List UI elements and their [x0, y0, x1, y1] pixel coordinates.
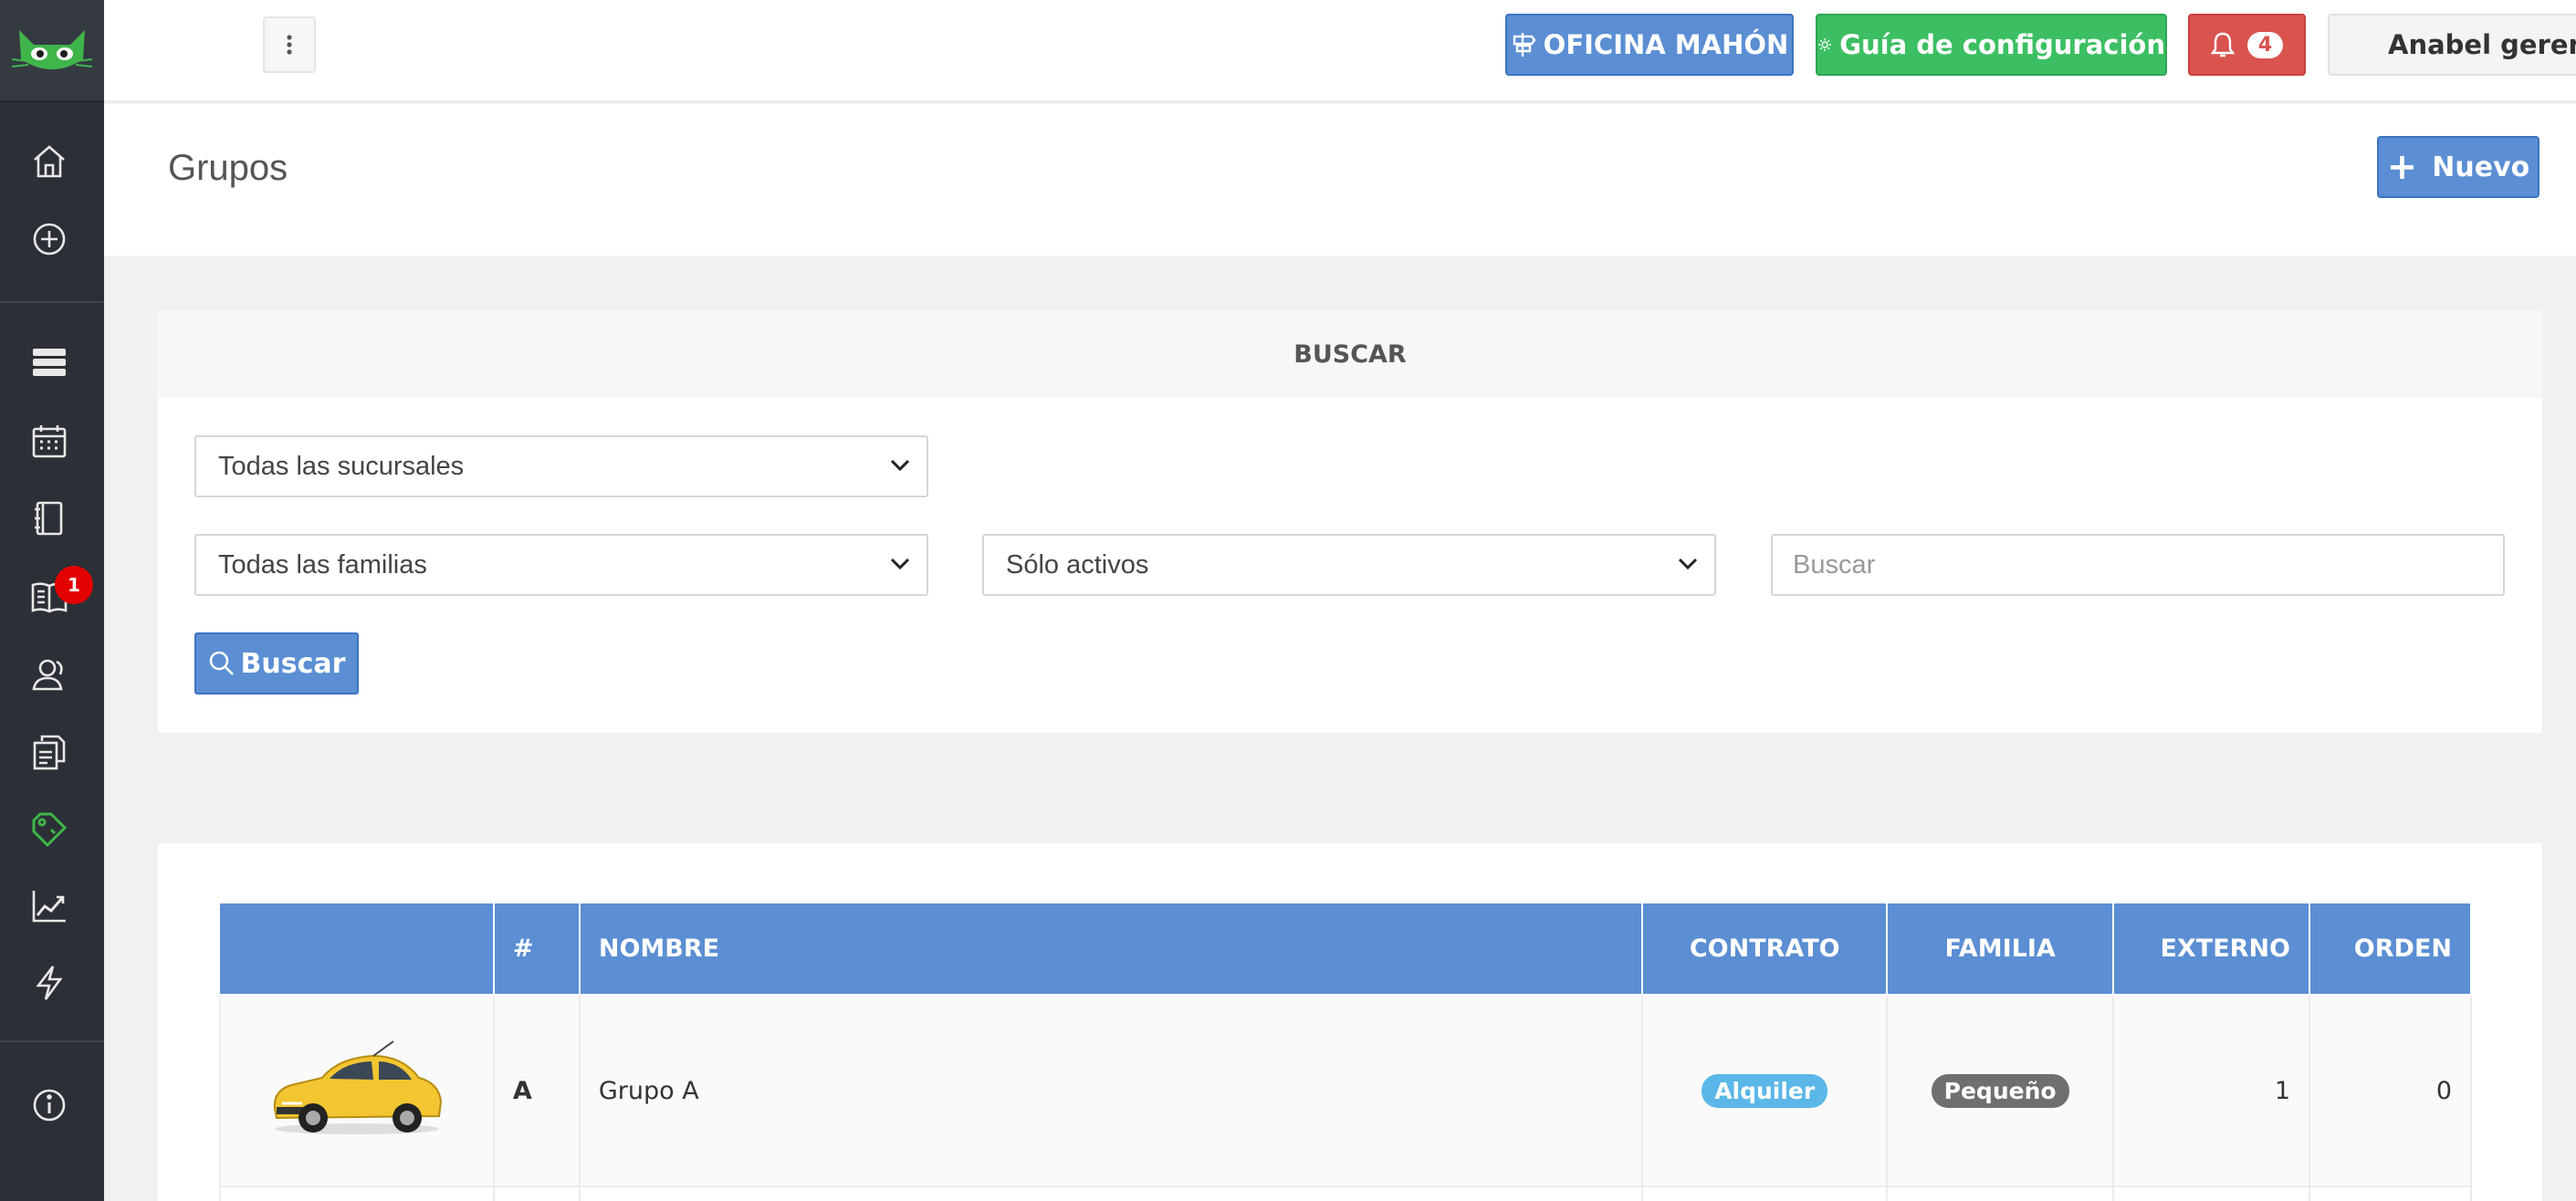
topbar: OFICINA MAHÓN Guía de configuración 4 An…	[104, 0, 2576, 102]
contract-cell: Alquiler	[1641, 994, 1889, 1187]
gear-icon	[1818, 38, 1832, 51]
table-cell	[219, 1185, 495, 1201]
column-header-family[interactable]: FAMILIA	[1886, 903, 2115, 996]
table-cell	[492, 1185, 581, 1201]
column-header-code[interactable]: #	[492, 903, 581, 996]
table-row[interactable]	[219, 1185, 2472, 1201]
office-selector-button[interactable]: OFICINA MAHÓN	[1505, 14, 1794, 76]
signpost-icon	[1513, 33, 1536, 57]
contract-badge: Alquiler	[1702, 1073, 1828, 1108]
column-header-contract[interactable]: CONTRATO	[1641, 903, 1889, 996]
group-code: A	[492, 994, 581, 1187]
status-select-value: Sólo activos	[1006, 549, 1149, 580]
plus-icon: +	[2386, 146, 2418, 188]
sidebar-divider-bottom	[0, 1040, 104, 1042]
external-value: 1	[2112, 994, 2310, 1187]
search-panel-title: BUSCAR	[158, 310, 2542, 398]
branch-select[interactable]: Todas las sucursales	[194, 435, 928, 497]
chevron-down-icon	[890, 558, 910, 570]
car-image	[273, 1039, 442, 1134]
family-cell: Pequeño	[1886, 994, 2115, 1187]
add-circle-icon[interactable]	[25, 214, 74, 264]
sidebar: 1	[0, 0, 104, 1201]
group-name[interactable]: Grupo A	[578, 994, 1644, 1187]
more-options-button[interactable]	[263, 16, 316, 73]
column-header-order[interactable]: ORDEN	[2309, 903, 2472, 996]
order-value: 0	[2309, 994, 2472, 1187]
user-menu-button[interactable]: Anabel gerencia	[2328, 14, 2576, 76]
server-list-icon[interactable]	[25, 338, 74, 387]
sidebar-notification-badge: 1	[55, 566, 93, 604]
search-input[interactable]	[1771, 534, 2505, 596]
search-button-label: Buscar	[240, 647, 346, 680]
setup-guide-button[interactable]: Guía de configuración	[1816, 14, 2167, 76]
family-select[interactable]: Todas las familias	[194, 534, 928, 596]
groups-table-card: # NOMBRE CONTRATO FAMILIA EXTERNO ORDEN	[158, 843, 2542, 1201]
office-label: OFICINA MAHÓN	[1543, 29, 1789, 60]
sidebar-divider	[0, 301, 104, 303]
family-select-value: Todas las familias	[218, 549, 427, 580]
notifications-count: 4	[2246, 31, 2284, 58]
bell-icon	[2210, 32, 2235, 57]
table-cell	[578, 1185, 1644, 1201]
table-cell	[1886, 1185, 2115, 1201]
column-header-image[interactable]	[220, 903, 495, 996]
notebook-icon[interactable]	[25, 494, 74, 543]
page-header: Grupos + Nuevo	[104, 104, 2576, 256]
user-name: Anabel gerencia	[2388, 29, 2576, 60]
new-group-button[interactable]: + Nuevo	[2377, 136, 2539, 198]
family-badge: Pequeño	[1931, 1073, 2069, 1108]
setup-guide-label: Guía de configuración	[1839, 29, 2165, 60]
group-image-cell	[219, 994, 495, 1187]
page-title: Grupos	[168, 148, 288, 188]
chevron-down-icon	[1678, 558, 1698, 570]
branch-select-value: Todas las sucursales	[218, 451, 465, 481]
tag-icon[interactable]	[25, 805, 74, 854]
search-button[interactable]: Buscar	[194, 632, 359, 694]
kebab-icon	[287, 35, 292, 55]
groups-table: # NOMBRE CONTRATO FAMILIA EXTERNO ORDEN	[219, 903, 2472, 1201]
chevron-down-icon	[890, 459, 910, 472]
app-logo[interactable]	[0, 0, 104, 102]
search-icon	[209, 651, 234, 675]
table-cell	[1641, 1185, 1889, 1201]
documents-icon[interactable]	[25, 727, 74, 777]
info-icon[interactable]	[25, 1081, 74, 1130]
table-header-row: # NOMBRE CONTRATO FAMILIA EXTERNO ORDEN	[220, 903, 2472, 996]
lightning-icon[interactable]	[25, 958, 74, 1008]
table-cell	[2112, 1185, 2310, 1201]
table-row[interactable]: A Grupo A Alquiler Pequeño 1 0	[219, 994, 2472, 1187]
notifications-button[interactable]: 4	[2188, 14, 2306, 76]
home-icon[interactable]	[25, 137, 74, 186]
search-panel: BUSCAR Todas las sucursales Todas las fa…	[158, 310, 2542, 733]
new-button-label: Nuevo	[2432, 151, 2530, 183]
column-header-name[interactable]: NOMBRE	[578, 903, 1644, 996]
users-icon[interactable]	[25, 650, 74, 699]
column-header-external[interactable]: EXTERNO	[2112, 903, 2310, 996]
status-select[interactable]: Sólo activos	[982, 534, 1716, 596]
chart-line-icon[interactable]	[25, 882, 74, 931]
table-cell	[2309, 1185, 2472, 1201]
cat-logo-icon	[11, 30, 93, 69]
calendar-icon[interactable]	[25, 417, 74, 466]
